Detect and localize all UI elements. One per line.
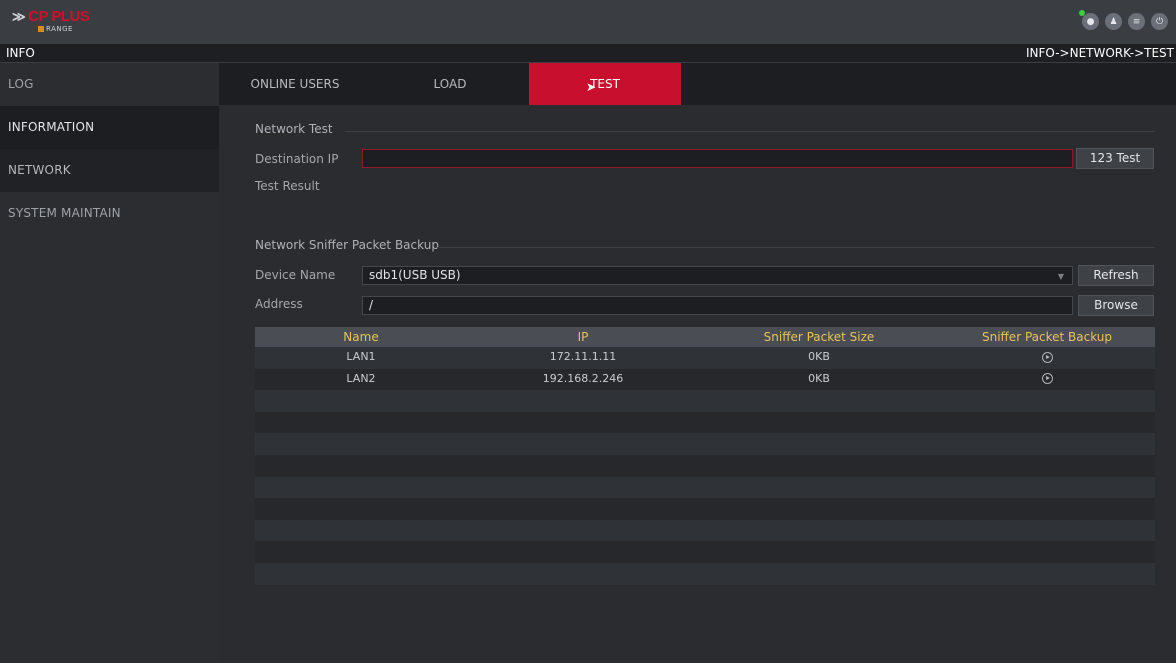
brand-logo: ≫ CP PLUS RANGE [12,8,112,36]
brand-name: CP PLUS [28,8,90,25]
table-body: LAN1 172.11.1.11 0KB LAN2 192.168.2.246 … [255,347,1155,585]
tab-load[interactable]: LOAD [374,63,526,105]
menu-icon[interactable]: ≡ [1128,13,1145,30]
table-row-empty [255,541,1155,563]
brand-sub: RANGE [46,25,73,33]
sniffer-table: Name IP Sniffer Packet Size Sniffer Pack… [255,327,1155,585]
divider [437,247,1155,248]
destination-ip-input[interactable] [362,149,1073,168]
eye-icon[interactable]: ● [1079,10,1099,30]
sidebar-item-log[interactable]: LOG [0,63,219,106]
network-test-title: Network Test [255,122,333,136]
table-row-empty [255,498,1155,520]
table-row-empty [255,433,1155,455]
power-icon[interactable]: ⏻ [1151,13,1168,30]
mouse-cursor-icon: ➤ [586,80,597,94]
divider [345,131,1155,132]
sidebar-item-system-maintain[interactable]: SYSTEM MAINTAIN [0,192,219,235]
app-window: ≫ CP PLUS RANGE ● ♟ ≡ ⏻ INFO INFO->NETWOR… [0,0,1176,663]
cell-size: 0KB [808,371,830,385]
tab-bar: ONLINE USERS LOAD TEST [219,63,1176,105]
user-icon[interactable]: ♟ [1105,13,1122,30]
col-ip[interactable]: IP [467,327,699,347]
table-row-empty [255,476,1155,499]
cell-backup [939,347,1155,369]
main-panel: ONLINE USERS LOAD TEST ➤ Network Test De… [219,63,1176,663]
brand-mark-icon: ≫ [12,9,26,24]
sidebar: LOG INFORMATION NETWORK SYSTEM MAINTAIN [0,63,219,663]
device-name-value: sdb1(USB USB) [369,268,461,282]
cell-ip: 172.11.1.11 [549,350,617,363]
table-row-empty [255,390,1155,412]
col-sniffer-backup[interactable]: Sniffer Packet Backup [939,327,1155,347]
status-dot [1079,10,1085,16]
test-button[interactable]: 123 Test [1076,148,1154,169]
header-strip: INFO INFO->NETWORK->TEST [0,44,1176,63]
col-sniffer-size[interactable]: Sniffer Packet Size [699,327,939,347]
destination-ip-label: Destination IP [255,152,339,166]
chevron-down-icon[interactable]: ▼ [1058,268,1064,285]
address-input[interactable]: / [362,296,1073,315]
breadcrumb: INFO->NETWORK->TEST [1026,46,1174,60]
cell-size: 0KB [808,350,830,363]
cell-backup [939,369,1155,391]
test-result-label: Test Result [255,179,320,193]
table-row[interactable]: LAN2 192.168.2.246 0KB [255,368,1155,391]
browse-button[interactable]: Browse [1078,295,1154,316]
top-icons: ● ♟ ≡ ⏻ [1079,10,1168,30]
page-title: INFO [6,46,35,60]
tab-test[interactable]: TEST [529,63,681,105]
cell-ip: 192.168.2.246 [542,371,624,385]
tab-online-users[interactable]: ONLINE USERS [219,63,371,105]
device-name-label: Device Name [255,268,336,282]
table-row-empty [255,519,1155,542]
cell-name: LAN2 [346,371,376,385]
table-row-empty [255,411,1155,434]
range-badge-icon [38,26,44,32]
top-bar: ≫ CP PLUS RANGE ● ♟ ≡ ⏻ [0,0,1176,44]
address-label: Address [255,297,303,311]
play-icon[interactable] [1041,351,1053,363]
table-row[interactable]: LAN1 172.11.1.11 0KB [255,347,1155,369]
col-name[interactable]: Name [255,327,467,347]
sniffer-title: Network Sniffer Packet Backup [255,238,439,252]
sidebar-item-information[interactable]: INFORMATION [0,106,219,149]
play-icon[interactable] [1041,373,1053,385]
sidebar-item-network[interactable]: NETWORK [0,149,219,192]
device-name-select[interactable]: sdb1(USB USB) ▼ [362,266,1073,285]
cell-name: LAN1 [346,350,376,363]
table-row-empty [255,454,1155,477]
table-header: Name IP Sniffer Packet Size Sniffer Pack… [255,327,1155,347]
refresh-button[interactable]: Refresh [1078,265,1154,286]
table-row-empty [255,562,1155,585]
